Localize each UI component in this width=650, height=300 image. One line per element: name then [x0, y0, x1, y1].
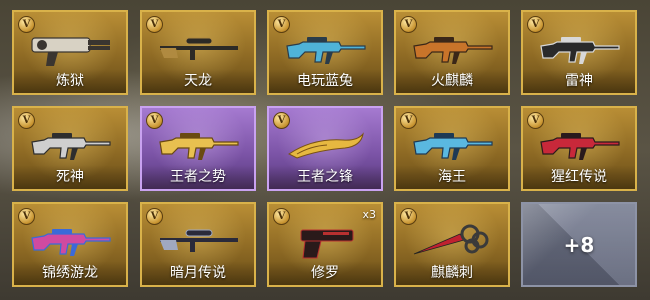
weapon-name: 猩红传说 [523, 165, 635, 189]
weapon-card[interactable]: V 雷神 [521, 10, 637, 95]
pistol-icon [283, 220, 369, 262]
weapon-card[interactable]: V 炼狱 [12, 10, 128, 95]
weapon-card[interactable]: V 火麒麟 [394, 10, 510, 95]
weapon-name: 雷神 [523, 69, 635, 93]
weapon-name: 炼狱 [14, 69, 126, 93]
weapon-card[interactable]: V x3 修罗 [267, 202, 383, 287]
blue-rifle-icon [410, 124, 496, 166]
weapon-card[interactable]: V 死神 [12, 106, 128, 191]
weapon-name: 锦绣游龙 [14, 261, 126, 285]
weapon-card[interactable]: V 猩红传说 [521, 106, 637, 191]
weapon-name: 火麒麟 [396, 69, 508, 93]
sniper-rifle-icon [156, 28, 242, 70]
more-count-label: +8 [563, 232, 595, 257]
gatling-gun-icon [28, 28, 114, 70]
weapon-name: 暗月传说 [142, 261, 254, 285]
weapon-card[interactable]: V 暗月传说 [140, 202, 256, 287]
weapon-name: 电玩蓝兔 [269, 69, 381, 93]
weapon-card[interactable]: V 电玩蓝兔 [267, 10, 383, 95]
crimson-rifle-icon [537, 124, 623, 166]
assault-rifle-icon [283, 28, 369, 70]
golden-rifle-icon [156, 124, 242, 166]
carbine-rifle-icon [537, 28, 623, 70]
weapon-name: 修罗 [269, 261, 381, 285]
weapon-card[interactable]: V 王者之势 [140, 106, 256, 191]
weapon-grid: V 炼狱 V 天龙 V 电玩蓝兔 V 火麒麟 V 雷神 V 死神 V 王者之势 … [0, 0, 650, 300]
ak-rifle-icon [410, 28, 496, 70]
weapon-name: 天龙 [142, 69, 254, 93]
weapon-card[interactable]: V 天龙 [140, 10, 256, 95]
weapon-name: 麒麟刺 [396, 261, 508, 285]
weapon-card[interactable]: V 锦绣游龙 [12, 202, 128, 287]
dragon-ak-icon [28, 220, 114, 262]
knuckle-blade-icon [410, 220, 496, 262]
weapon-card[interactable]: V 海王 [394, 106, 510, 191]
m4-rifle-icon [28, 124, 114, 166]
weapon-name: 海王 [396, 165, 508, 189]
weapon-card[interactable]: V 王者之锋 [267, 106, 383, 191]
weapon-name: 王者之锋 [269, 165, 381, 189]
item-count: x3 [362, 208, 376, 221]
weapon-card[interactable]: V 麒麟刺 [394, 202, 510, 287]
dark-sniper-icon [156, 220, 242, 262]
golden-blade-icon [283, 124, 369, 166]
more-items-button[interactable]: +8 [521, 202, 637, 287]
weapon-name: 王者之势 [142, 165, 254, 189]
weapon-name: 死神 [14, 165, 126, 189]
